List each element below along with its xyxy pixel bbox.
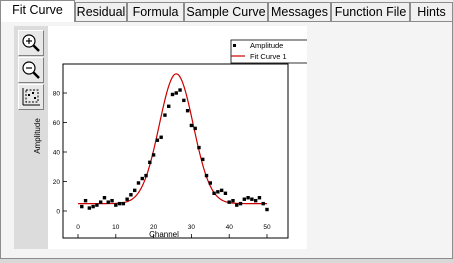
fit-curve-panel: 0 20 40 60 80 0 10 20 30 40 50 Channel Amplitude … [0,21,453,259]
y-tick-label: 20 [53,179,61,186]
data-point [238,201,243,206]
tab-sample-curve[interactable]: Sample Curve [184,2,268,21]
data-point [102,196,107,200]
data-point [246,196,250,200]
data-point [227,200,231,204]
legend: Amplitude Fit Curve 1 [230,39,307,64]
data-point [242,197,247,201]
x-axis-label: Channel [149,230,179,239]
data-point [201,157,205,162]
data-point [185,109,190,113]
tab-messages[interactable]: Messages [268,2,331,21]
x-tick-label: 10 [112,224,120,231]
data-point [178,88,182,92]
legend-fit-label: Fit Curve 1 [250,52,287,61]
tab-bar: Fit Curve Residual Formula Sample Curve … [0,0,453,22]
data-point [159,135,163,139]
data-point [133,188,137,193]
tab-residual[interactable]: Residual [75,2,127,21]
tab-function-file[interactable]: Function File [331,2,410,21]
data-point [197,145,201,150]
data-point [265,207,269,212]
data-point [216,190,220,194]
y-tick-label: 40 [53,150,61,157]
data-point [140,176,144,181]
data-point [170,92,175,97]
data-point [167,104,171,108]
data-point [87,206,92,210]
data-point [235,203,239,207]
data-point [121,201,126,206]
data-point [148,160,152,165]
data-point [80,204,84,209]
legend-amplitude-label: Amplitude [250,41,283,50]
data-point [189,123,194,128]
data-point [106,200,110,204]
data-point [193,126,197,131]
data-point [136,181,141,185]
y-tick-label: 80 [53,91,61,98]
data-point [174,91,178,95]
data-point [91,204,95,209]
tab-hints[interactable]: Hints [410,2,453,21]
data-point [155,138,160,142]
data-point [223,191,228,195]
data-point [182,98,186,103]
x-tick-label: 0 [76,224,80,231]
tab-formula[interactable]: Formula [127,2,184,21]
data-point [231,198,235,203]
x-tick-label: 50 [263,224,271,231]
data-point [125,197,129,201]
data-point [114,203,118,207]
data-point [204,173,209,178]
data-point [219,188,224,193]
plot-frame [62,63,289,239]
y-tick-label: 0 [56,209,60,216]
data-point [261,201,265,206]
data-point [151,153,156,157]
data-point [98,200,103,204]
data-point [144,173,148,178]
graph-window: 0 20 40 60 80 0 10 20 30 40 50 Channel Amplitude … [14,26,307,249]
tab-fit-curve[interactable]: Fit Curve [0,0,75,22]
data-point [208,181,212,185]
data-point [110,198,114,203]
fit-plot: 020406080 0 10 20 30 40 50 Channel Amplitude … [33,39,307,239]
data-point [83,198,88,203]
legend-amplitude-marker [233,44,236,47]
data-point [95,203,99,207]
data-point [250,197,254,201]
y-axis-label: Amplitude [33,118,42,154]
status-strip [0,259,453,263]
x-tick-label: 40 [226,224,234,231]
data-point [257,196,262,200]
data-point [163,113,167,117]
data-point [212,191,216,195]
y-tick-label: 60 [53,120,61,127]
x-tick-label: 30 [188,224,196,231]
data-point [117,201,122,206]
data-point [253,198,258,203]
data-point [129,193,133,197]
